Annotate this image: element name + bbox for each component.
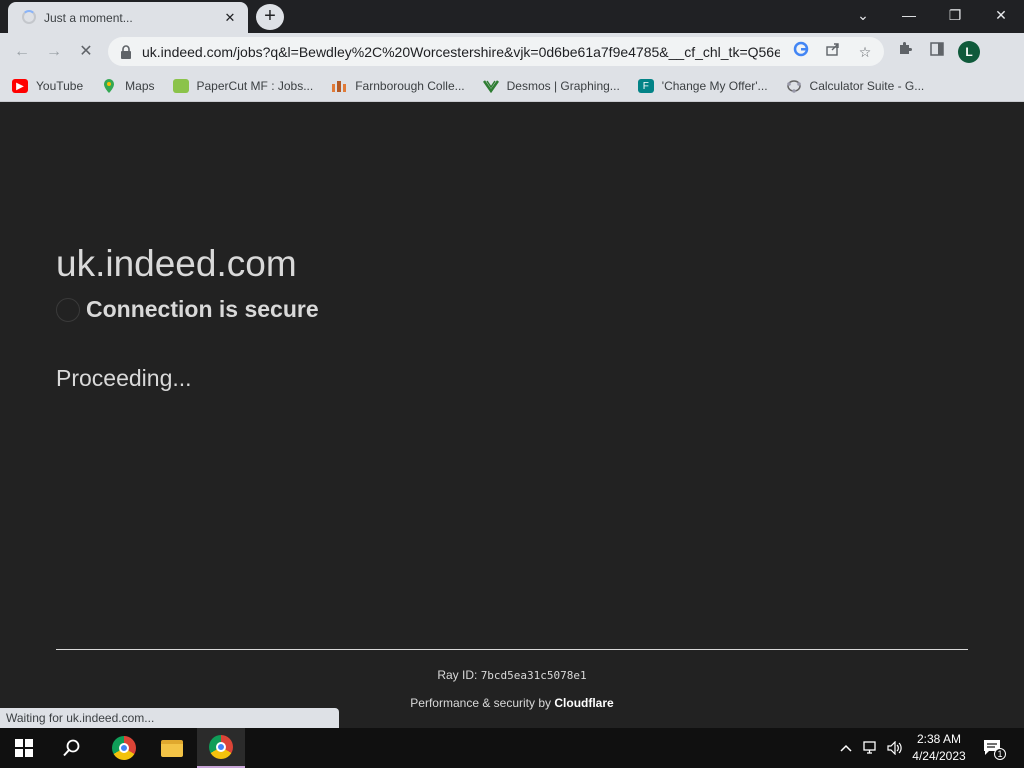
bookmark-star-icon[interactable]: ☆ bbox=[854, 41, 876, 63]
papercut-icon bbox=[172, 79, 189, 93]
close-window-button[interactable]: ✕ bbox=[978, 0, 1024, 30]
minimize-button[interactable]: — bbox=[886, 0, 932, 30]
security-status: Connection is secure bbox=[56, 296, 319, 323]
tab-close-icon[interactable]: ✕ bbox=[222, 10, 238, 26]
cloudflare-link[interactable]: Cloudflare bbox=[554, 696, 613, 710]
geogebra-icon bbox=[786, 79, 802, 93]
clock-date: 4/24/2023 bbox=[912, 749, 966, 763]
back-button[interactable]: ← bbox=[10, 40, 34, 64]
check-circle-icon bbox=[56, 297, 80, 322]
search-button[interactable] bbox=[48, 728, 96, 768]
forms-icon: F bbox=[637, 79, 654, 93]
tray-overflow-icon[interactable] bbox=[836, 728, 856, 768]
tab-search-button[interactable]: ⌄ bbox=[840, 0, 886, 30]
ray-id-line: Ray ID: 7bcd5ea31c5078e1 bbox=[0, 668, 1024, 682]
page-content: uk.indeed.com Connection is secure Proce… bbox=[0, 103, 1024, 728]
profile-avatar[interactable]: L bbox=[958, 41, 980, 63]
taskbar-chrome-active[interactable] bbox=[197, 728, 245, 768]
folder-icon bbox=[161, 739, 183, 757]
status-bar: Waiting for uk.indeed.com... bbox=[0, 708, 339, 728]
ray-id-label: Ray ID: bbox=[437, 668, 478, 682]
notification-count: 1 bbox=[994, 748, 1006, 760]
search-icon bbox=[63, 739, 80, 757]
loading-spinner-icon bbox=[22, 10, 36, 24]
side-panel-icon[interactable] bbox=[926, 41, 948, 63]
lock-icon[interactable] bbox=[120, 44, 132, 59]
maps-icon bbox=[101, 79, 117, 93]
college-icon bbox=[331, 79, 347, 93]
bookmark-farnborough[interactable]: Farnborough Colle... bbox=[331, 79, 465, 93]
share-icon[interactable] bbox=[822, 41, 844, 63]
notification-center-button[interactable]: 1 bbox=[980, 728, 1006, 768]
taskbar-chrome[interactable] bbox=[100, 728, 148, 768]
bookmark-change-my-offer[interactable]: F 'Change My Offer'... bbox=[637, 79, 768, 93]
bookmark-youtube[interactable]: ▶ YouTube bbox=[12, 79, 83, 93]
bookmark-calculator-suite[interactable]: Calculator Suite - G... bbox=[786, 79, 924, 93]
address-bar[interactable]: uk.indeed.com/jobs?q&l=Bewdley%2C%20Worc… bbox=[108, 37, 884, 66]
clock-time: 2:38 AM bbox=[916, 732, 962, 746]
forward-button[interactable]: → bbox=[42, 40, 66, 64]
footer-divider bbox=[56, 649, 968, 650]
desmos-icon bbox=[482, 79, 499, 93]
chrome-icon bbox=[112, 736, 136, 760]
restore-button[interactable]: ❐ bbox=[932, 0, 978, 30]
bookmarks-bar: ▶ YouTube Maps PaperCut MF : Jobs... Far… bbox=[0, 71, 1024, 102]
network-icon[interactable] bbox=[860, 728, 882, 768]
bookmark-maps[interactable]: Maps bbox=[101, 79, 155, 93]
chrome-profile-icon bbox=[209, 735, 233, 759]
browser-toolbar: ← → ✕ uk.indeed.com/jobs?q&l=Bewdley%2C%… bbox=[0, 33, 1024, 71]
page-title: uk.indeed.com bbox=[56, 243, 297, 284]
stop-loading-button[interactable]: ✕ bbox=[74, 40, 98, 64]
windows-taskbar: 2:38 AM 4/24/2023 1 bbox=[0, 728, 1024, 768]
connection-secure-text: Connection is secure bbox=[86, 296, 319, 322]
url-text[interactable]: uk.indeed.com/jobs?q&l=Bewdley%2C%20Worc… bbox=[142, 44, 780, 60]
windows-logo-icon bbox=[15, 739, 33, 757]
tab-title: Just a moment... bbox=[44, 10, 133, 25]
performance-label: Performance & security by bbox=[410, 696, 552, 710]
browser-titlebar: Just a moment... ✕ + ⌄ — ❐ ✕ bbox=[0, 0, 1024, 33]
start-button[interactable] bbox=[0, 728, 48, 768]
system-clock[interactable]: 2:38 AM 4/24/2023 bbox=[904, 731, 974, 765]
extensions-puzzle-icon[interactable] bbox=[894, 41, 916, 63]
youtube-icon: ▶ bbox=[12, 79, 28, 93]
bookmark-desmos[interactable]: Desmos | Graphing... bbox=[482, 79, 620, 93]
ray-id-value: 7bcd5ea31c5078e1 bbox=[480, 669, 587, 682]
taskbar-file-explorer[interactable] bbox=[148, 728, 196, 768]
proceeding-text: Proceeding... bbox=[56, 365, 192, 391]
browser-tab[interactable]: Just a moment... ✕ bbox=[8, 2, 248, 33]
new-tab-button[interactable]: + bbox=[256, 4, 284, 30]
volume-icon[interactable] bbox=[884, 728, 906, 768]
google-lens-icon[interactable] bbox=[790, 41, 812, 63]
bookmark-papercut[interactable]: PaperCut MF : Jobs... bbox=[172, 79, 313, 93]
